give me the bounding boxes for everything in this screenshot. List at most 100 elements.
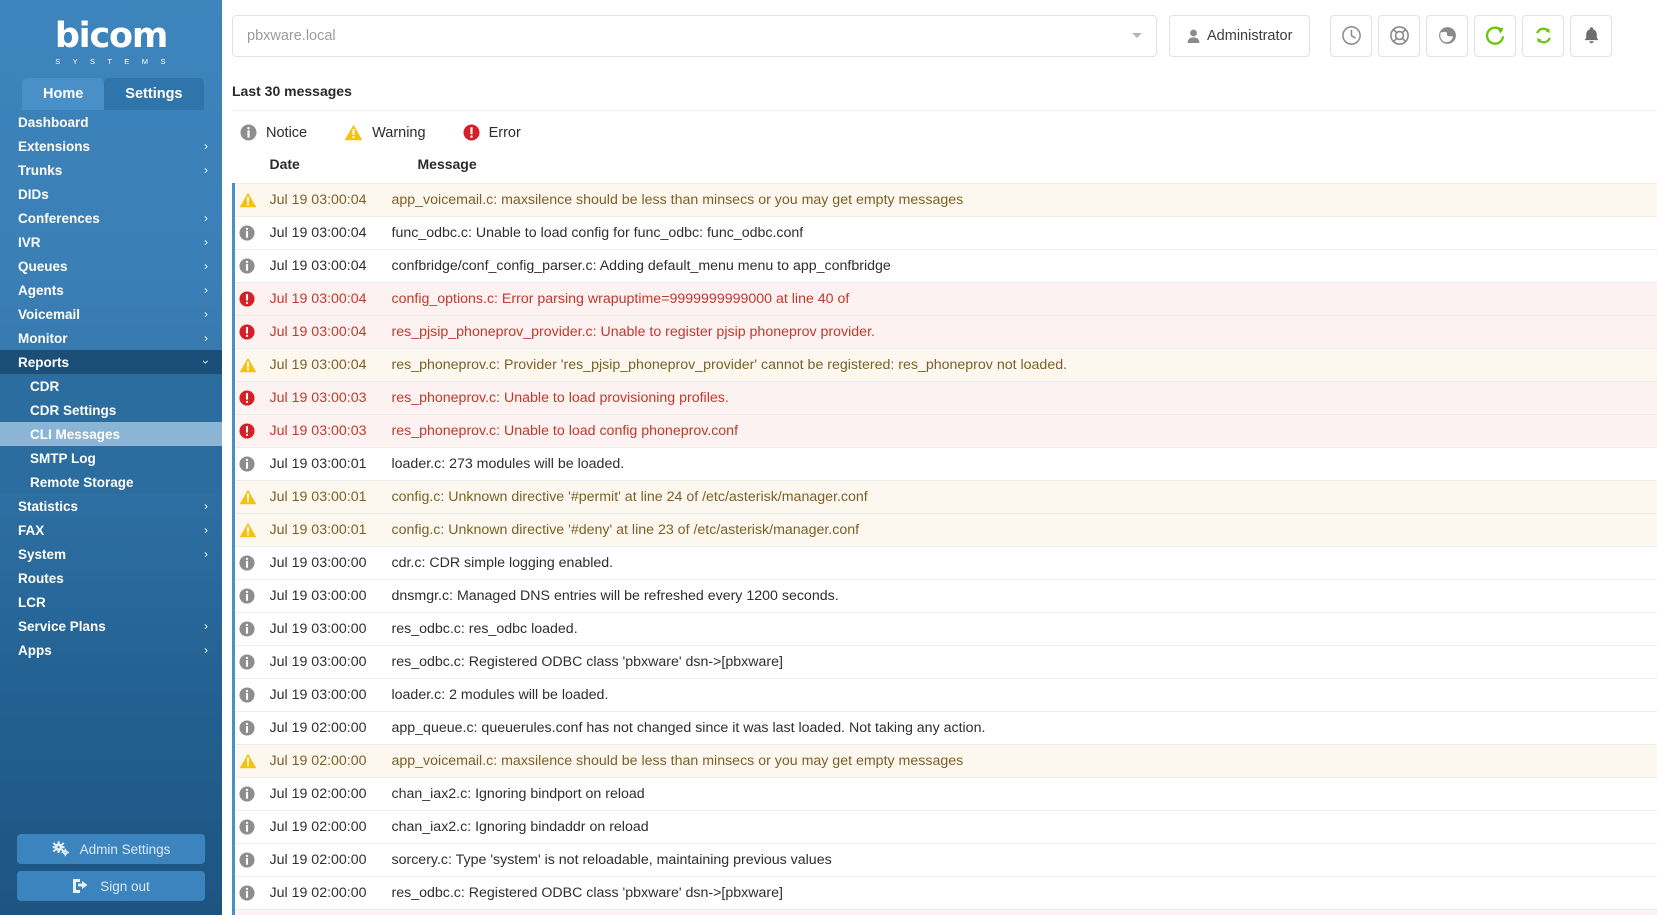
table-body: Jul 19 03:00:04 app_voicemail.c: maxsilen… — [232, 183, 1657, 915]
chevron-right-icon: › — [204, 307, 208, 321]
user-menu-button[interactable]: Administrator — [1169, 14, 1311, 57]
row-message: res_odbc.c: Registered ODBC class 'pbxwa… — [391, 645, 1657, 679]
refresh-icon-button[interactable] — [1474, 14, 1517, 57]
sidebar-item-label: Extensions — [18, 138, 91, 154]
row-date: Jul 19 03:00:01 — [269, 447, 392, 481]
sidebar-item-routes[interactable]: Routes — [0, 566, 222, 590]
table-row[interactable]: Jul 19 03:00:00 dnsmgr.c: Managed DNS ent… — [232, 579, 1657, 613]
sidebar-item-cdr[interactable]: CDR — [0, 374, 222, 398]
sidebar-item-cli-messages[interactable]: CLI Messages — [0, 422, 222, 446]
table-row[interactable]: Jul 19 03:00:04 config_options.c: Error p… — [232, 282, 1657, 316]
row-date: Jul 19 03:00:04 — [269, 315, 392, 349]
row-date: Jul 19 03:00:00 — [269, 546, 392, 580]
table-row[interactable]: Jul 19 02:00:00 sorcery.c: Type 'system' … — [232, 843, 1657, 877]
table-header: Date Message — [234, 152, 1657, 184]
table-row[interactable]: Jul 19 03:00:00 res_odbc.c: Registered OD… — [232, 645, 1657, 679]
table-row[interactable]: Jul 19 03:00:04 res_phoneprov.c: Provider… — [232, 348, 1657, 382]
chevron-down-icon: › — [199, 360, 213, 364]
sidebar-item-conferences[interactable]: Conferences › — [0, 206, 222, 230]
table-row[interactable]: Jul 19 03:00:04 app_voicemail.c: maxsilen… — [232, 183, 1657, 217]
table-row[interactable]: Jul 19 03:00:01 config.c: Unknown directi… — [232, 513, 1657, 547]
row-message: res_odbc.c: Registered ODBC class 'pbxwa… — [391, 876, 1657, 910]
tab-settings[interactable]: Settings — [104, 77, 204, 110]
sidebar-item-extensions[interactable]: Extensions › — [0, 134, 222, 158]
brand-logo[interactable]: bicom S Y S T E M S — [0, 0, 222, 78]
row-message: app_voicemail.c: maxsilence should be le… — [391, 183, 1657, 217]
table-row[interactable]: Jul 19 02:00:00 chan_iax2.c: Ignoring bin… — [232, 777, 1657, 811]
clock-icon-button[interactable] — [1330, 14, 1373, 57]
brand-name: bicom — [54, 15, 169, 56]
row-message: loader.c: 273 modules will be loaded. — [391, 447, 1657, 481]
sidebar-item-agents[interactable]: Agents › — [0, 278, 222, 302]
sidebar-item-cdr-settings[interactable]: CDR Settings — [0, 398, 222, 422]
bell-icon-button[interactable] — [1570, 14, 1613, 57]
notice-icon — [239, 819, 255, 835]
table-row[interactable]: Jul 19 02:00:00 app_queue.c: queuerules.c… — [232, 711, 1657, 745]
sidebar-item-smtp-log[interactable]: SMTP Log — [0, 446, 222, 470]
row-message: res_phoneprov.c: Provider 'res_pjsip_pho… — [391, 348, 1657, 382]
row-severity-warning — [232, 513, 270, 547]
sidebar-item-trunks[interactable]: Trunks › — [0, 158, 222, 182]
table-row[interactable]: Jul 19 02:00:00 app_voicemail.c: maxsilen… — [232, 744, 1657, 778]
table-row[interactable]: Jul 19 02:00:00 chan_iax2.c: Ignoring bin… — [232, 810, 1657, 844]
error-icon — [239, 291, 255, 307]
notice-icon — [239, 588, 255, 604]
user-icon — [1187, 29, 1200, 43]
table-row[interactable]: Jul 18 15:18:32res_pjsip/pjsip_options.c… — [232, 909, 1657, 915]
chevron-right-icon: › — [204, 139, 208, 153]
sidebar-item-remote-storage[interactable]: Remote Storage — [0, 470, 222, 494]
row-date: Jul 19 03:00:03 — [269, 414, 392, 448]
sidebar-item-label: Monitor — [18, 330, 68, 346]
sidebar-item-system[interactable]: System › — [0, 542, 222, 566]
sidebar-item-dids[interactable]: DIDs — [0, 182, 222, 206]
table-row[interactable]: Jul 19 03:00:03 res_phoneprov.c: Unable t… — [232, 414, 1657, 448]
warning-icon — [239, 753, 257, 769]
table-row[interactable]: Jul 19 03:00:04 func_odbc.c: Unable to lo… — [232, 216, 1657, 250]
table-header-row: Date Message — [234, 152, 1657, 184]
table-row[interactable]: Jul 19 02:00:00 res_odbc.c: Registered OD… — [232, 876, 1657, 910]
brand-tagline: S Y S T E M S — [55, 56, 171, 66]
sidebar-item-label: SMTP Log — [30, 450, 96, 466]
sign-out-button[interactable]: Sign out — [17, 871, 205, 901]
table-row[interactable]: Jul 19 03:00:00 cdr.c: CDR simple logging… — [232, 546, 1657, 580]
sidebar-item-apps[interactable]: Apps › — [0, 638, 222, 662]
row-severity-warning — [232, 744, 270, 778]
sidebar-item-fax[interactable]: FAX › — [0, 518, 222, 542]
server-select[interactable]: pbxware.local — [232, 14, 1157, 57]
sidebar-item-reports[interactable]: Reports › — [0, 350, 222, 374]
sidebar-item-statistics[interactable]: Statistics › — [0, 494, 222, 518]
table-row[interactable]: Jul 19 03:00:04 confbridge/conf_config_pa… — [232, 249, 1657, 283]
row-severity-error — [232, 381, 270, 415]
row-severity-notice — [232, 843, 270, 877]
sidebar-item-ivr[interactable]: IVR › — [0, 230, 222, 254]
sidebar-item-monitor[interactable]: Monitor › — [0, 326, 222, 350]
sidebar-item-voicemail[interactable]: Voicemail › — [0, 302, 222, 326]
tab-home[interactable]: Home — [22, 77, 105, 110]
sidebar-item-service-plans[interactable]: Service Plans › — [0, 614, 222, 638]
table-row[interactable]: Jul 19 03:00:04 res_pjsip_phoneprov_provi… — [232, 315, 1657, 349]
sidebar-item-dashboard[interactable]: Dashboard — [0, 110, 222, 134]
table-row[interactable]: Jul 19 03:00:01 config.c: Unknown directi… — [232, 480, 1657, 514]
row-severity-warning — [232, 348, 270, 382]
row-date: Jul 19 03:00:04 — [269, 348, 392, 382]
globe-icon-button[interactable] — [1426, 14, 1469, 57]
error-icon — [239, 324, 255, 340]
admin-settings-button[interactable]: Admin Settings — [17, 834, 205, 864]
row-date: Jul 19 02:00:00 — [269, 711, 392, 745]
table-row[interactable]: Jul 19 03:00:00 res_odbc.c: res_odbc load… — [232, 612, 1657, 646]
error-icon — [239, 390, 255, 406]
warning-icon — [239, 489, 257, 505]
row-message: res_pjsip/pjsip_options.c: Unable to upd… — [391, 909, 1657, 915]
table-row[interactable]: Jul 19 03:00:03 res_phoneprov.c: Unable t… — [232, 381, 1657, 415]
chevron-right-icon: › — [204, 259, 208, 273]
row-severity-notice — [232, 579, 270, 613]
server-select-value: pbxware.local — [247, 27, 336, 44]
row-message: sorcery.c: Type 'system' is not reloadab… — [391, 843, 1657, 877]
sidebar-item-lcr[interactable]: LCR — [0, 590, 222, 614]
sync-icon-button[interactable] — [1522, 14, 1565, 57]
life-ring-icon-button[interactable] — [1378, 14, 1421, 57]
sidebar-item-queues[interactable]: Queues › — [0, 254, 222, 278]
chevron-right-icon: › — [204, 619, 208, 633]
table-row[interactable]: Jul 19 03:00:00 loader.c: 2 modules will … — [232, 678, 1657, 712]
table-row[interactable]: Jul 19 03:00:01 loader.c: 273 modules wil… — [232, 447, 1657, 481]
